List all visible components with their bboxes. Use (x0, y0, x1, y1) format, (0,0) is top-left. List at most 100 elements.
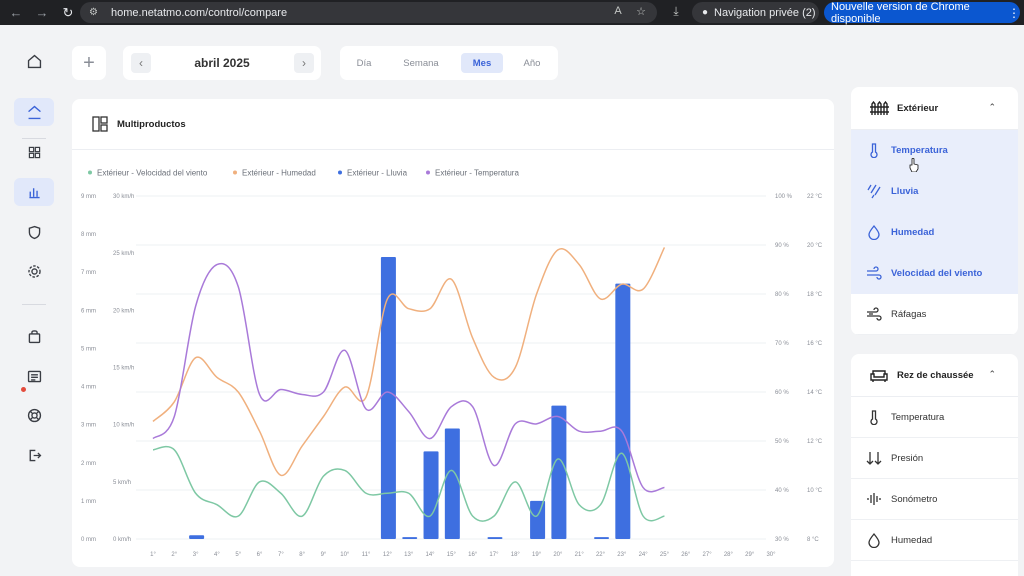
x-axis-tick: 27° (703, 552, 713, 558)
tab-day[interactable]: Día (343, 53, 385, 73)
temperature-axis-tick: 20 °C (807, 243, 823, 249)
more-menu-icon[interactable]: ⋮ (1008, 6, 1020, 20)
x-axis-tick: 20° (553, 552, 563, 558)
x-axis-tick: 10° (340, 552, 350, 558)
fence-icon (870, 100, 889, 115)
group-header-ground-floor[interactable]: Rez de chaussée ⌃ (851, 354, 1018, 397)
legend-marker (338, 170, 342, 175)
house-icon[interactable] (14, 98, 54, 126)
tab-week[interactable]: Semana (400, 53, 442, 73)
rain-axis-tick: 8 mm (81, 232, 96, 238)
x-axis-tick: 12° (383, 552, 393, 558)
shopping-bag-icon[interactable] (14, 322, 54, 350)
sensor-item-humidity[interactable]: Humedad (851, 520, 1018, 561)
left-sidebar (0, 25, 68, 576)
rain-icon (865, 182, 883, 200)
x-axis-tick: 1° (150, 552, 156, 558)
chevron-up-icon[interactable]: ⌃ (988, 102, 996, 113)
x-axis-tick: 2° (171, 552, 177, 558)
support-icon[interactable] (14, 401, 54, 429)
sensor-item-pressure[interactable]: Presión (851, 438, 1018, 479)
wind-axis-tick: 30 km/h (113, 194, 134, 200)
gear-icon[interactable] (14, 257, 54, 285)
x-axis-tick: 17° (489, 552, 499, 558)
shield-icon[interactable] (14, 218, 54, 246)
wind-axis-tick: 15 km/h (113, 366, 134, 372)
sensor-item-label: Velocidad del viento (891, 267, 983, 279)
news-icon[interactable] (14, 362, 54, 390)
wind-axis-tick: 25 km/h (113, 251, 134, 257)
sensor-item-label: Temperatura (891, 144, 948, 156)
x-axis-tick: 6° (257, 552, 263, 558)
rain-bar (380, 256, 396, 539)
x-axis-tick: 22° (596, 552, 606, 558)
thermometer-icon (865, 408, 883, 426)
x-axis-tick: 30° (766, 552, 776, 558)
pressure-icon (865, 449, 883, 467)
back-icon[interactable]: ← (6, 3, 26, 23)
temperature-axis-tick: 14 °C (807, 390, 823, 396)
reload-icon[interactable]: ↻ (58, 3, 78, 23)
x-axis-tick: 28° (724, 552, 734, 558)
sensor-item-gusts[interactable]: Ráfagas (851, 294, 1018, 335)
multiproduct-chart[interactable]: Extérieur - Velocidad del viento Extérieu… (72, 99, 834, 567)
x-axis-tick: 21° (575, 552, 585, 558)
legend-marker (233, 170, 237, 175)
update-label: Nouvelle version de Chrome disponible (831, 0, 970, 25)
site-info-icon[interactable]: ⚙ (89, 7, 101, 18)
x-axis-tick: 4° (214, 552, 220, 558)
x-axis-tick: 3° (193, 552, 199, 558)
x-axis-tick: 9° (321, 552, 327, 558)
rain-axis-tick: 7 mm (81, 270, 96, 276)
download-icon[interactable]: ⤓ (668, 4, 684, 20)
rain-axis-tick: 5 mm (81, 346, 96, 352)
group-title: Extérieur (897, 102, 939, 114)
temperature-axis-tick: 18 °C (807, 292, 823, 298)
chart-card: Multiproductos Extérieur - Velocidad del… (72, 99, 834, 567)
chrome-update-button[interactable]: Nouvelle version de Chrome disponible ⋮ (824, 0, 1020, 25)
temperature-axis-tick: 8 °C (807, 537, 819, 543)
sensor-item-sound[interactable]: Sonómetro (851, 479, 1018, 520)
legend-label: Extérieur - Temperatura (435, 169, 519, 178)
group-header-exterior[interactable]: Extérieur ⌃ (851, 87, 1018, 130)
tab-month[interactable]: Mes (461, 53, 503, 73)
humidity-axis-tick: 30 % (775, 537, 789, 543)
grid-icon[interactable] (14, 138, 54, 166)
address-bar[interactable]: ⚙ home.netatmo.com/control/compare A ☆ (80, 2, 657, 23)
humidity-axis-tick: 60 % (775, 390, 789, 396)
url-text[interactable]: home.netatmo.com/control/compare (111, 7, 287, 19)
rain-axis-tick: 4 mm (81, 385, 96, 391)
sound-icon (865, 490, 883, 508)
sensor-item-label: Temperatura (891, 411, 945, 423)
sensor-item-label: Sonómetro (891, 493, 938, 505)
bar-chart-icon[interactable] (14, 178, 54, 206)
sensor-item-rain[interactable]: Lluvia (851, 171, 1018, 212)
logout-icon[interactable] (14, 441, 54, 469)
sensor-item-temperature[interactable]: Temperatura (851, 397, 1018, 438)
month-label: abril 2025 (194, 56, 250, 70)
humidity-axis-tick: 80 % (775, 292, 789, 298)
forward-icon[interactable]: → (32, 3, 52, 23)
rain-axis-tick: 1 mm (81, 499, 96, 505)
rain-axis-tick: 2 mm (81, 461, 96, 467)
x-axis-tick: 29° (745, 552, 755, 558)
sensor-item-wind-speed[interactable]: Velocidad del viento (851, 253, 1018, 294)
x-axis-tick: 23° (617, 552, 627, 558)
home-icon[interactable] (14, 47, 54, 75)
tab-year[interactable]: Año (511, 53, 553, 73)
add-button[interactable]: + (72, 46, 106, 80)
notification-dot (21, 387, 26, 392)
next-month-button[interactable]: › (294, 53, 314, 73)
sensor-item-temperature[interactable]: Temperatura (851, 130, 1018, 171)
bookmark-star-icon[interactable]: ☆ (633, 5, 649, 20)
sensor-item-humidity[interactable]: Humedad (851, 212, 1018, 253)
temperature-axis-tick: 16 °C (807, 341, 823, 347)
rain-bar (487, 537, 503, 539)
temperature-axis-tick: 10 °C (807, 488, 823, 494)
temperature-axis-tick: 22 °C (807, 194, 823, 200)
chevron-up-icon[interactable]: ⌃ (988, 369, 996, 380)
rain-bar (530, 500, 546, 539)
translate-icon[interactable]: A (610, 5, 626, 20)
private-window-chip[interactable]: ● Navigation privée (2) (692, 2, 819, 23)
rain-bar (444, 428, 460, 539)
